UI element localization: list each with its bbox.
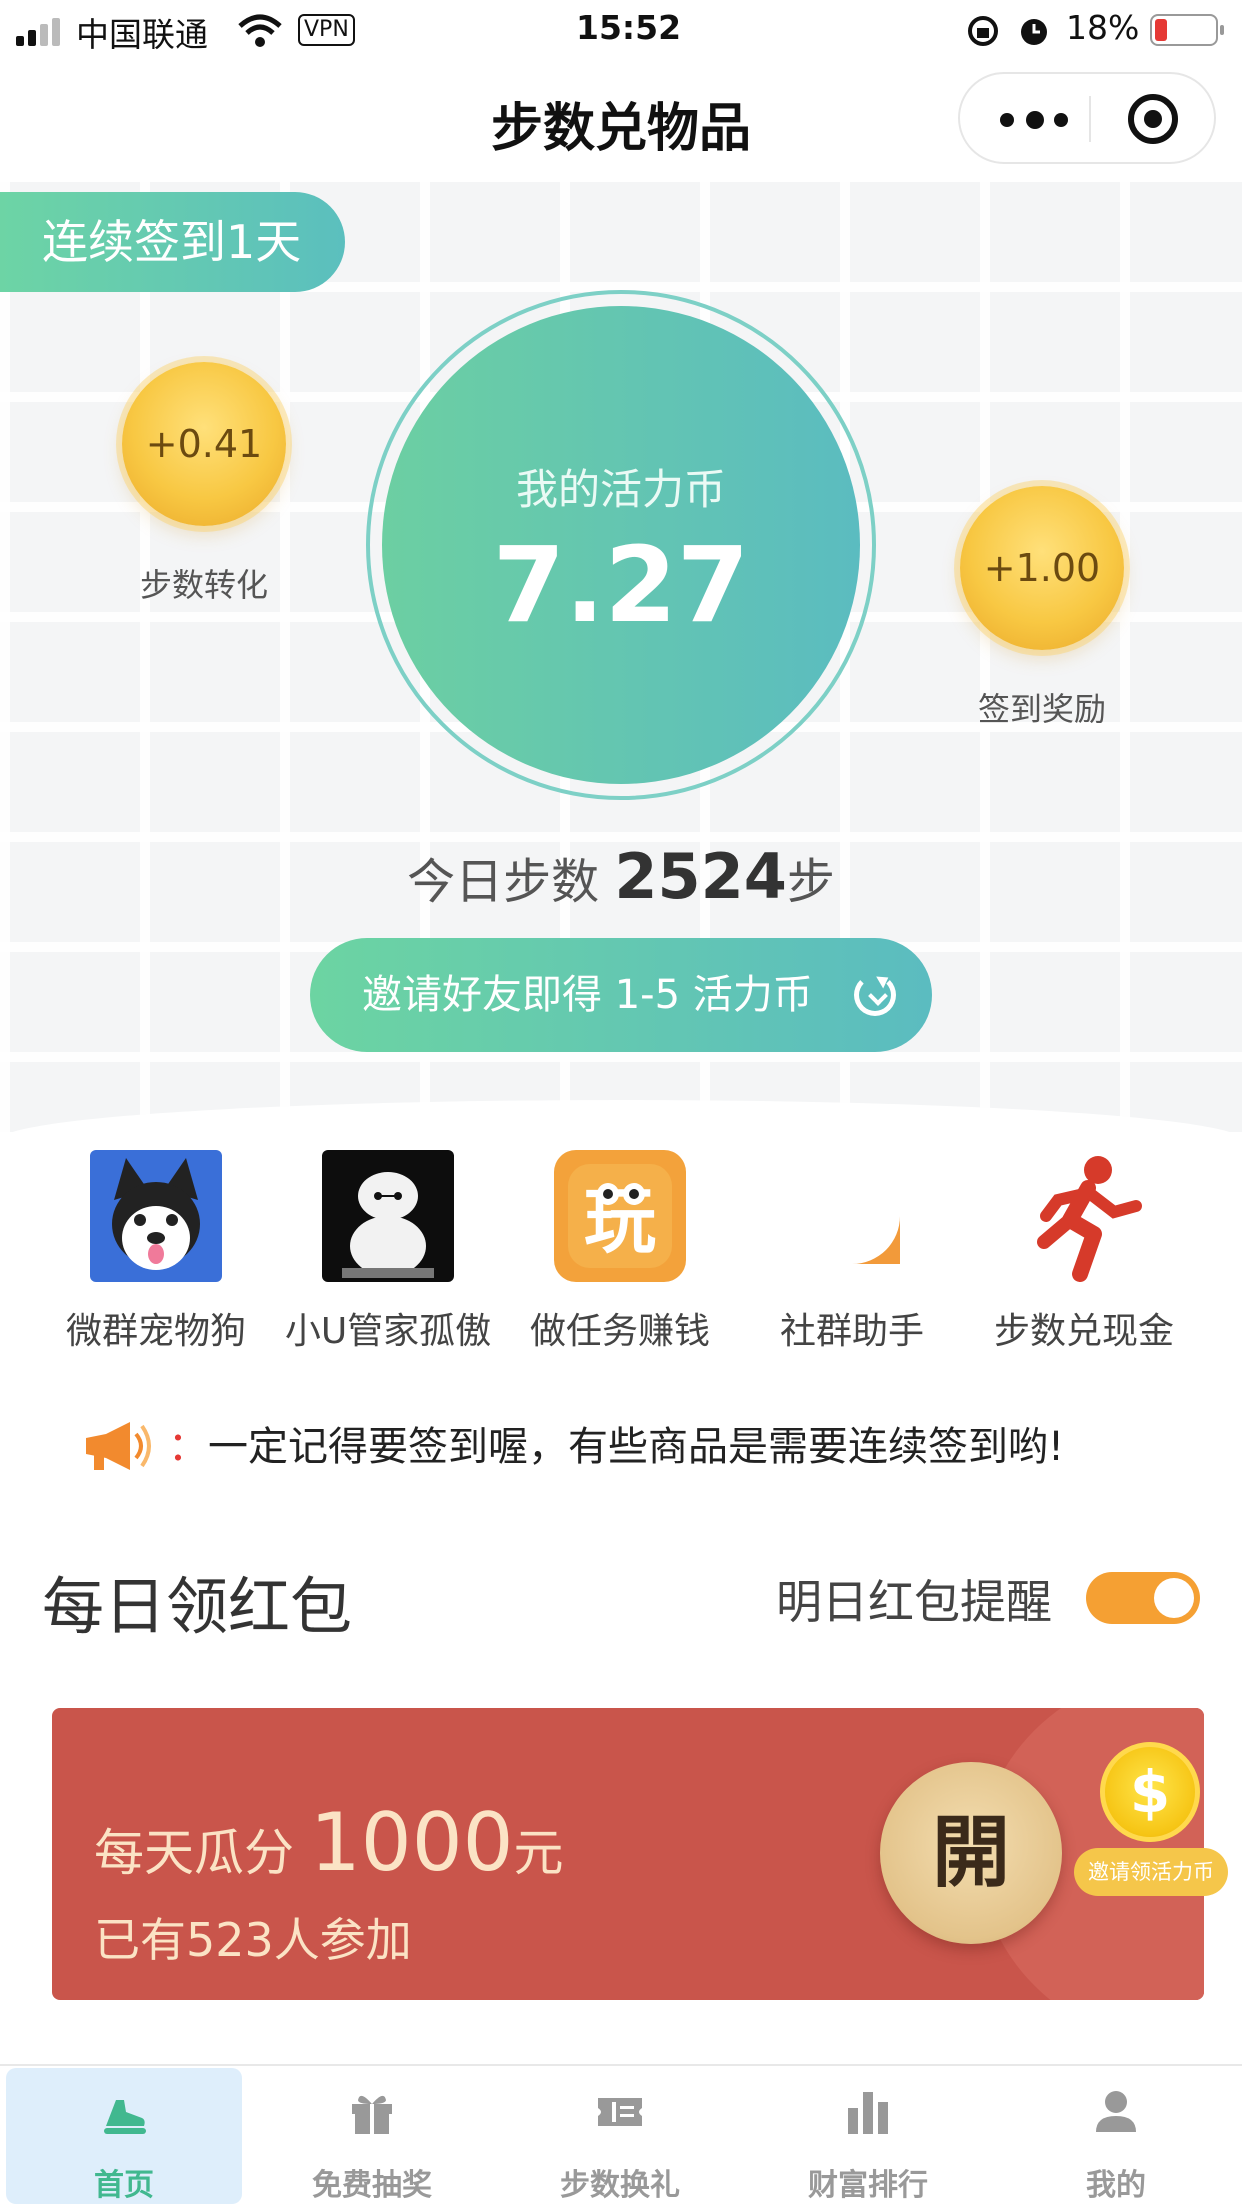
packet-amount: 1000	[309, 1796, 514, 1889]
app-label: 社群助手	[779, 1311, 924, 1352]
invite-friends-button[interactable]: 邀请好友即得 1-5 活力币	[310, 938, 932, 1052]
notice-text: ：一定记得要签到喔，有些商品是需要连续签到哟!	[168, 1414, 1242, 1472]
white-robot-icon	[322, 1150, 454, 1282]
megaphone-icon	[86, 1422, 151, 1470]
dollar-coin-icon[interactable]: $	[1100, 1742, 1200, 1842]
tab-free-lottery[interactable]: 免费抽奖	[254, 2068, 490, 2204]
app-label: 小U管家孤傲	[284, 1311, 492, 1352]
tab-label: 我的	[1086, 2168, 1146, 2203]
red-packet-card[interactable]: 每天瓜分 1000元 已有523人参加 開	[52, 1708, 1204, 2000]
balance-circle[interactable]: 我的活力币 7.27	[382, 306, 860, 784]
close-mini-program-icon[interactable]	[1128, 94, 1178, 144]
app-label: 微群宠物狗	[65, 1311, 246, 1352]
notice-message: 一定记得要签到喔，有些商品是需要连续签到哟!	[208, 1424, 1065, 1470]
tab-label: 财富排行	[808, 2168, 928, 2203]
steps-prefix: 今日步数	[407, 854, 600, 910]
alarm-icon	[1021, 19, 1047, 45]
balance-value: 7.27	[492, 524, 750, 646]
app-task-earn[interactable]: 玩 做任务赚钱	[488, 1150, 720, 1352]
signin-reward-bubble[interactable]: +1.00	[960, 486, 1124, 650]
tab-wealth-ranking[interactable]: 财富排行	[750, 2068, 986, 2204]
signal-icon	[16, 18, 60, 46]
step-conversion-label: 步数转化	[139, 566, 268, 604]
app-xiaou-butler[interactable]: 小U管家孤傲	[256, 1150, 491, 1352]
step-conversion-bubble[interactable]: +0.41	[122, 362, 286, 526]
toggle-knob	[1154, 1578, 1194, 1618]
bar-chart-icon	[848, 2092, 888, 2134]
battery-percent: 18%	[1066, 8, 1140, 47]
gift-icon	[352, 2095, 392, 2134]
packet-title: 每天瓜分 1000元	[94, 1796, 564, 1889]
husky-dog-icon	[90, 1150, 222, 1282]
remind-toggle[interactable]	[1086, 1572, 1200, 1624]
app-pet-dog[interactable]: 微群宠物狗	[24, 1150, 256, 1352]
app-steps-cash[interactable]: 步数兑现金	[952, 1150, 1184, 1352]
status-bar: 中国联通 VPN 15:52 18%	[0, 0, 1242, 62]
app-label: 步数兑现金	[993, 1311, 1174, 1352]
tab-label: 免费抽奖	[312, 2168, 432, 2203]
vpn-badge: VPN	[298, 14, 355, 46]
remind-label: 明日红包提醒	[776, 1575, 1052, 1629]
tab-label: 步数换礼	[560, 2168, 680, 2203]
tab-home[interactable]: 首页	[6, 2068, 242, 2204]
carrier-name: 中国联通	[76, 15, 208, 54]
chat-bubble-icon	[786, 1150, 918, 1282]
steps-unit: 步	[786, 854, 835, 910]
shoe-icon	[104, 2100, 146, 2134]
app-community-assistant[interactable]: 社群助手	[720, 1150, 952, 1352]
capsule-divider	[1089, 96, 1091, 142]
tab-label: 首页	[94, 2168, 154, 2203]
play-cat-icon: 玩	[554, 1150, 686, 1282]
invite-label: 邀请好友即得 1-5 活力币	[362, 972, 813, 1018]
tab-steps-gift[interactable]: 步数换礼	[502, 2068, 738, 2204]
signin-reward-label: 签到奖励	[977, 690, 1106, 728]
today-steps: 今日步数 2524步	[0, 840, 1242, 913]
rotation-lock-icon	[968, 16, 998, 46]
person-icon	[1096, 2091, 1136, 2132]
steps-value: 2524	[614, 840, 787, 913]
tab-bar: 首页 免费抽奖 步数换礼 财富排行 我的	[0, 2064, 1242, 2208]
packet-unit: 元	[513, 1824, 564, 1882]
wifi-icon	[238, 14, 282, 47]
svg-text:玩: 玩	[584, 1179, 656, 1263]
open-packet-button[interactable]: 開	[880, 1762, 1062, 1944]
section-title-daily-packet: 每日领红包	[42, 1570, 353, 1643]
refresh-icon	[854, 974, 896, 1016]
nav-bar: 步数兑物品	[0, 62, 1242, 182]
ticket-icon	[598, 2098, 642, 2126]
app-label: 做任务赚钱	[529, 1311, 710, 1352]
more-icon[interactable]	[1000, 100, 1080, 136]
balance-label: 我的活力币	[515, 465, 726, 514]
tab-mine[interactable]: 我的	[998, 2068, 1234, 2204]
packet-participants: 已有523人参加	[94, 1913, 412, 1967]
status-time: 15:52	[576, 8, 682, 47]
running-man-icon	[1018, 1150, 1150, 1282]
mini-program-capsule	[958, 72, 1216, 164]
streak-badge[interactable]: 连续签到1天	[0, 192, 345, 292]
notice-colon: ：	[168, 1424, 208, 1470]
battery-icon	[1150, 14, 1224, 46]
packet-title-prefix: 每天瓜分	[94, 1824, 310, 1882]
invite-coin-tag[interactable]: 邀请领活力币	[1074, 1848, 1228, 1896]
